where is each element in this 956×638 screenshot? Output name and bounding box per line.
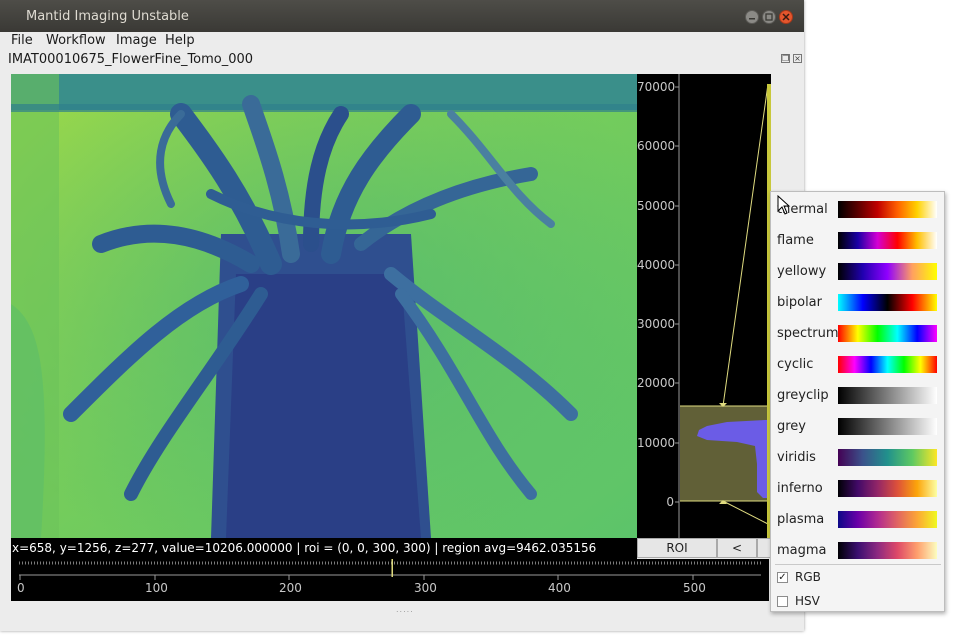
colormap-item-plasma[interactable]: plasma <box>771 504 944 535</box>
colormap-item-grey[interactable]: grey <box>771 411 944 442</box>
colormap-gradient <box>838 201 937 218</box>
colormap-gradient <box>838 511 937 528</box>
dock-title-bar: IMAT00010675_FlowerFine_Tomo_000 ❐ × <box>0 51 804 71</box>
tomography-image <box>11 74 637 538</box>
float-icon: ❐ <box>782 54 790 63</box>
slider-tick-label: 300 <box>414 581 437 595</box>
colormap-name: inferno <box>777 481 823 496</box>
maximize-button[interactable] <box>762 10 776 24</box>
slider-tick-label: 400 <box>548 581 571 595</box>
main-window: Mantid Imaging Unstable File Workflow Im… <box>0 0 804 631</box>
colormap-item-viridis[interactable]: viridis <box>771 442 944 473</box>
slider-track <box>19 559 761 580</box>
colormap-item-magma[interactable]: magma <box>771 535 944 566</box>
next-button[interactable] <box>757 538 770 558</box>
histogram-plot <box>675 74 771 538</box>
colormap-name: magma <box>777 543 827 558</box>
pixel-info-text: x=658, y=1256, z=277, value=10206.000000… <box>12 541 597 555</box>
colormap-name: greyclip <box>777 388 829 403</box>
close-small-icon: × <box>794 54 801 63</box>
window-title: Mantid Imaging Unstable <box>26 9 189 24</box>
previous-button[interactable]: < <box>717 538 757 558</box>
hsv-checkbox[interactable] <box>777 596 788 607</box>
colormap-gradient <box>838 325 937 342</box>
colormap-gradient <box>838 356 937 373</box>
slider-tick-label: 0 <box>17 581 25 595</box>
minimize-icon <box>749 18 755 20</box>
menu-help[interactable]: Help <box>165 33 195 48</box>
colormap-name: yellowy <box>777 264 827 279</box>
float-dock-button[interactable]: ❐ <box>781 54 790 63</box>
slider-tick-label: 100 <box>145 581 168 595</box>
stack-title: IMAT00010675_FlowerFine_Tomo_000 <box>8 52 254 67</box>
menu-bar: File Workflow Image Help <box>0 32 804 51</box>
colormap-name: flame <box>777 233 814 248</box>
colormap-item-bipolar[interactable]: bipolar <box>771 287 944 318</box>
colormap-gradient <box>838 449 937 466</box>
menu-image[interactable]: Image <box>116 33 157 48</box>
image-slider[interactable]: 0 100 200 300 400 500 <box>11 559 769 601</box>
colormap-item-inferno[interactable]: inferno <box>771 473 944 504</box>
close-dock-button[interactable]: × <box>793 54 802 63</box>
colormap-gradient <box>838 480 937 497</box>
colormap-gradient <box>838 232 937 249</box>
colormap-item-thermal[interactable]: thermal <box>771 194 944 225</box>
colormap-name: viridis <box>777 450 816 465</box>
menu-workflow[interactable]: Workflow <box>46 33 106 48</box>
colormap-item-flame[interactable]: flame <box>771 225 944 256</box>
slider-tick-label: 200 <box>279 581 302 595</box>
close-icon <box>782 13 790 21</box>
colormap-name: spectrum <box>777 326 839 341</box>
colormap-item-yellowy[interactable]: yellowy <box>771 256 944 287</box>
colormap-item-cyclic[interactable]: cyclic <box>771 349 944 380</box>
colormap-gradient <box>838 542 937 559</box>
colormap-gradient <box>838 294 937 311</box>
colormap-name: grey <box>777 419 807 434</box>
minimize-button[interactable] <box>745 10 759 24</box>
rgb-checkbox[interactable]: ✓ <box>777 572 788 583</box>
colormap-item-spectrum[interactable]: spectrum <box>771 318 944 349</box>
colormap-name: plasma <box>777 512 825 527</box>
close-button[interactable] <box>779 10 793 24</box>
colormap-gradient <box>838 418 937 435</box>
menu-file[interactable]: File <box>11 33 33 48</box>
maximize-icon <box>765 13 773 21</box>
colormap-name: cyclic <box>777 357 814 372</box>
resize-grip-icon[interactable]: ..... <box>396 605 414 614</box>
slider-tick-label: 500 <box>683 581 706 595</box>
check-icon: ✓ <box>778 572 787 583</box>
colormap-item-greyclip[interactable]: greyclip <box>771 380 944 411</box>
hsv-label: HSV <box>795 594 820 608</box>
colormap-menu: thermal flame yellowy bipolar spectrum cyclic… <box>770 191 945 612</box>
colormap-name: bipolar <box>777 295 822 310</box>
colormap-gradient <box>838 263 937 280</box>
status-bar: x=658, y=1256, z=277, value=10206.000000… <box>11 538 637 559</box>
rgb-label: RGB <box>795 570 821 584</box>
mouse-cursor-icon <box>777 195 791 215</box>
menu-separator <box>775 564 941 565</box>
image-view[interactable] <box>11 74 637 538</box>
histogram-panel[interactable]: 70000 60000 50000 40000 30000 20000 1000… <box>637 74 771 538</box>
colormap-gradient <box>838 387 937 404</box>
title-bar[interactable]: Mantid Imaging Unstable <box>0 0 804 32</box>
roi-button[interactable]: ROI <box>637 538 717 558</box>
